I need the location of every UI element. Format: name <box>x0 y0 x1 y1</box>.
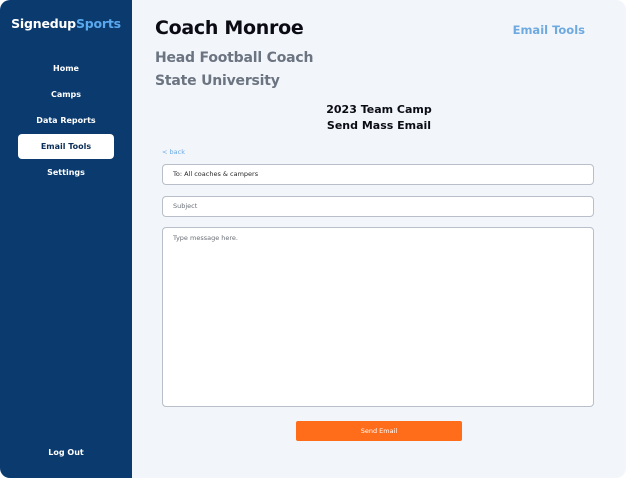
page-section-title: Email Tools <box>512 23 585 37</box>
camp-title: 2023 Team Camp <box>326 103 432 116</box>
recipients-value: To: All coaches & campers <box>173 170 259 178</box>
message-textarea[interactable]: Type message here. <box>162 227 594 407</box>
send-email-button[interactable]: Send Email <box>296 421 462 441</box>
brand-logo: SignedupSports <box>0 16 132 31</box>
form-title: Send Mass Email <box>326 119 432 132</box>
back-link[interactable]: < back <box>162 148 185 156</box>
sidebar-item-data-reports[interactable]: Data Reports <box>18 108 114 133</box>
brand-logo-part1: Signedup <box>11 16 76 31</box>
sidebar-item-home[interactable]: Home <box>18 56 114 81</box>
sidebar-item-email-tools[interactable]: Email Tools <box>18 134 114 159</box>
coach-role: Head Football Coach <box>155 50 314 66</box>
recipients-field[interactable]: To: All coaches & campers <box>162 164 594 185</box>
main-content: Coach Monroe Email Tools Head Football C… <box>132 0 626 478</box>
message-placeholder: Type message here. <box>173 234 238 242</box>
sidebar-item-camps[interactable]: Camps <box>18 82 114 107</box>
sidebar-item-settings[interactable]: Settings <box>18 160 114 185</box>
logout-button[interactable]: Log Out <box>18 440 114 465</box>
coach-name: Coach Monroe <box>155 17 304 39</box>
app-window: SignedupSports Home Camps Data Reports E… <box>0 0 626 478</box>
subject-input[interactable]: Subject <box>162 196 594 217</box>
subject-placeholder: Subject <box>173 202 198 210</box>
sidebar: SignedupSports Home Camps Data Reports E… <box>0 0 132 478</box>
brand-logo-part2: Sports <box>75 16 121 31</box>
coach-school: State University <box>155 73 280 89</box>
